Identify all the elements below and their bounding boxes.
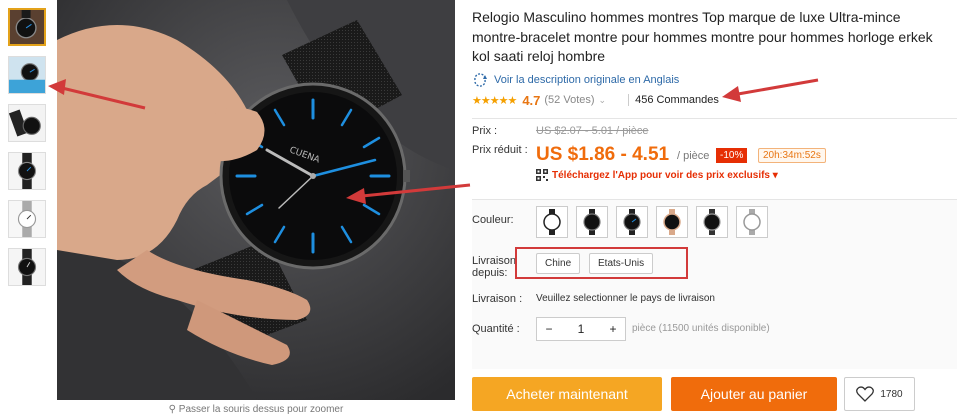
magnifier-icon: ⚲ xyxy=(168,404,179,415)
thumbnail-4[interactable] xyxy=(8,152,46,190)
qr-code-icon xyxy=(536,169,548,181)
current-price: US $1.86 - 4.51 xyxy=(536,144,670,165)
wishlist-count: 1780 xyxy=(880,388,903,400)
old-price: US $2.07 - 5.01 / pièce xyxy=(536,125,649,137)
increment-button[interactable]: + xyxy=(601,322,625,336)
price-label: Prix : xyxy=(472,125,498,137)
quantity-label: Quantité : xyxy=(472,323,520,335)
heart-icon xyxy=(856,386,875,402)
action-buttons: Acheter maintenant Ajouter au panier 178… xyxy=(472,377,957,411)
thumbnail-2[interactable] xyxy=(8,56,46,94)
app-promo-link[interactable]: Téléchargez l'App pour voir des prix exc… xyxy=(536,169,778,181)
product-info-panel: Relogio Masculino hommes montres Top mar… xyxy=(472,0,957,411)
votes-count[interactable]: (52 Votes) xyxy=(544,94,594,106)
rating-row: ★★★★★ 4.7 (52 Votes) ⌄ 456 Commandes xyxy=(472,93,957,108)
shipping-from-label: Livraison depuis: xyxy=(472,255,517,279)
thumbnail-3[interactable] xyxy=(8,104,46,142)
zoom-hint-text: Passer la souris dessus pour zoomer xyxy=(178,404,344,415)
color-swatch-black[interactable] xyxy=(576,206,608,238)
color-swatch-silver[interactable] xyxy=(736,206,768,238)
thumbnail-1[interactable] xyxy=(8,8,46,46)
divider xyxy=(472,199,957,200)
price-unit: / pièce xyxy=(677,150,710,162)
annotation-highlight-box xyxy=(515,247,688,279)
app-promo-text[interactable]: Téléchargez l'App pour voir des prix exc… xyxy=(552,170,778,181)
color-swatches xyxy=(536,206,776,238)
reduced-price-label: Prix réduit : xyxy=(472,144,528,156)
buy-now-button[interactable]: Acheter maintenant xyxy=(472,377,662,411)
price-section: Prix : US $2.07 - 5.01 / pièce Prix rédu… xyxy=(472,118,957,198)
thumbnail-strip xyxy=(8,8,48,296)
thumbnail-5[interactable] xyxy=(8,200,46,238)
delivery-label: Livraison : xyxy=(472,293,523,305)
original-description-link[interactable]: Voir la description originale en Anglais xyxy=(494,74,679,86)
color-label: Couleur: xyxy=(472,214,514,226)
quantity-stepper: − 1 + xyxy=(536,317,626,341)
product-title: Relogio Masculino hommes montres Top mar… xyxy=(472,9,933,64)
decrement-button[interactable]: − xyxy=(537,322,561,336)
wishlist-button[interactable]: 1780 xyxy=(844,377,915,411)
color-swatch-white-black[interactable] xyxy=(536,206,568,238)
countdown-timer: 20h:34m:52s xyxy=(758,148,826,163)
delivery-note: Veuillez selectionner le pays de livrais… xyxy=(536,293,715,304)
discount-badge: -10% xyxy=(716,148,748,163)
star-rating-icon: ★★★★★ xyxy=(472,94,517,107)
translate-icon xyxy=(474,72,487,87)
zoom-hint: ⚲ Passer la souris dessus pour zoomer xyxy=(57,404,455,415)
divider xyxy=(472,118,957,119)
orders-count: 456 Commandes xyxy=(635,94,719,106)
original-description-row: Voir la description originale en Anglais xyxy=(472,72,957,87)
rating-value: 4.7 xyxy=(522,92,541,108)
quantity-input[interactable]: 1 xyxy=(569,322,593,336)
divider xyxy=(628,94,630,106)
options-section: Couleur: Livraison depuis: Chine Etats-U… xyxy=(472,199,957,369)
color-swatch-rose[interactable] xyxy=(656,206,688,238)
chevron-down-icon[interactable]: ⌄ xyxy=(599,95,607,106)
thumbnail-6[interactable] xyxy=(8,248,46,286)
color-swatch-black-blue[interactable] xyxy=(616,206,648,238)
color-swatch-black-grey[interactable] xyxy=(696,206,728,238)
stock-info: pièce (11500 unités disponible) xyxy=(632,323,770,334)
add-to-cart-button[interactable]: Ajouter au panier xyxy=(671,377,837,411)
main-product-image[interactable]: CUENA xyxy=(57,0,455,400)
